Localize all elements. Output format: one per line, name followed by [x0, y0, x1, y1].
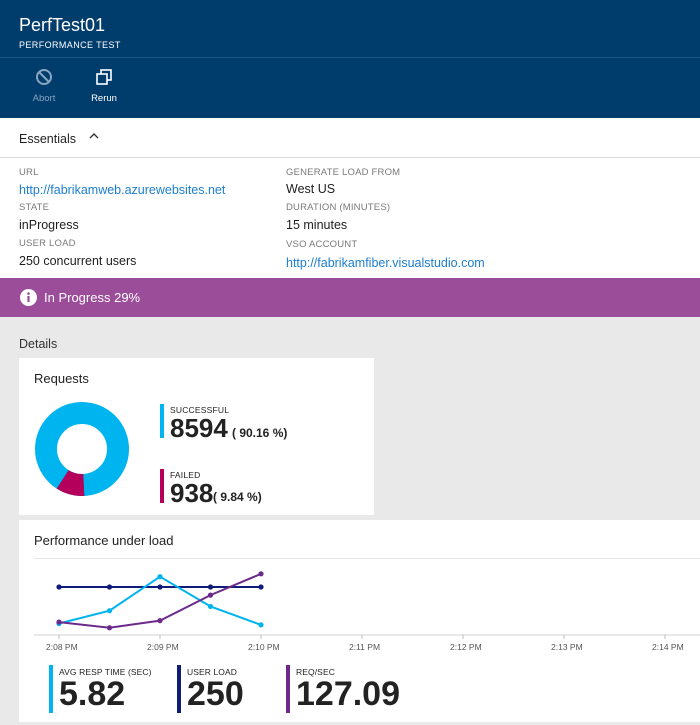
- user-load-series-point: [56, 584, 62, 590]
- duration-value: 15 minutes: [286, 218, 348, 232]
- status-text: In Progress 29%: [44, 290, 141, 305]
- user-load-series-point: [258, 584, 264, 590]
- essentials-title: Essentials: [19, 132, 76, 146]
- req-sec-series-point: [157, 618, 163, 624]
- page-subtitle: PERFORMANCE TEST: [19, 40, 121, 50]
- avg-resp-series-point: [106, 608, 113, 614]
- successful-color-bar: [160, 404, 164, 438]
- performance-tile[interactable]: Performance under load 2:08 PM 2:09 PM 2:1…: [19, 520, 700, 722]
- user-load-color-bar: [177, 665, 181, 713]
- req-sec-color-bar: [286, 665, 290, 713]
- url-label: URL: [19, 167, 39, 178]
- avg-resp-color-bar: [49, 665, 53, 713]
- x-axis-tick-label: 2:14 PM: [652, 642, 684, 652]
- essentials-panel: URL http://fabrikamweb.azurewebsites.net…: [0, 158, 700, 278]
- header-divider: [0, 57, 700, 58]
- req-sec-series-point: [106, 625, 113, 631]
- avg-resp-series-point: [157, 574, 163, 580]
- blade-header: PerfTest01 PERFORMANCE TEST Abort Rerun: [0, 0, 700, 118]
- requests-donut-chart: [35, 402, 129, 496]
- successful-count: 8594: [170, 413, 228, 443]
- abort-button[interactable]: Abort: [21, 68, 67, 104]
- req-sec-series-point: [207, 592, 214, 598]
- essentials-toggle[interactable]: Essentials: [0, 118, 700, 158]
- x-axis-tick-label: 2:08 PM: [46, 642, 78, 652]
- state-label: STATE: [19, 202, 50, 213]
- req-sec-series-point: [56, 619, 62, 625]
- failed-count: 938: [170, 478, 214, 508]
- chevron-up-icon: [89, 133, 99, 139]
- info-icon: [20, 289, 37, 306]
- user-load-value: 250 concurrent users: [19, 254, 137, 268]
- duration-label: DURATION (MINUTES): [286, 202, 391, 213]
- state-value: inProgress: [19, 218, 79, 232]
- details-heading: Details: [19, 337, 58, 351]
- progress-status-bar: In Progress 29%: [0, 278, 700, 317]
- generate-load-value: West US: [286, 182, 336, 196]
- user-load-series-point: [207, 584, 214, 590]
- x-axis-tick-label: 2:13 PM: [551, 642, 583, 652]
- avg-resp-series-point: [207, 603, 214, 610]
- user-load-label: USER LOAD: [19, 238, 76, 249]
- avg-resp-series-point: [258, 622, 264, 628]
- x-axis-tick-label: 2:11 PM: [349, 642, 380, 652]
- x-axis-tick-label: 2:12 PM: [450, 642, 482, 652]
- rerun-button[interactable]: Rerun: [81, 68, 127, 104]
- successful-percent: ( 90.16 %): [232, 426, 288, 440]
- performance-line-chart: 2:08 PM 2:09 PM 2:10 PM 2:11 PM 2:12 PM 2:13 …: [34, 571, 700, 652]
- vso-account-link[interactable]: http://fabrikamfiber.visualstudio.com: [286, 256, 485, 270]
- avg-resp-series-line: [58, 575, 262, 626]
- req-sec-value: 127.09: [296, 675, 400, 713]
- failed-percent: ( 9.84 %): [213, 490, 262, 504]
- donut-failed-segment: [56, 469, 85, 496]
- abort-label: Abort: [32, 93, 56, 104]
- generate-load-label: GENERATE LOAD FROM: [286, 167, 401, 178]
- user-load-series-point: [157, 584, 163, 590]
- rerun-label: Rerun: [91, 93, 117, 104]
- requests-tile[interactable]: Requests SUCCESSFUL 8594 ( 90.16 %) FAIL…: [19, 358, 374, 515]
- x-axis-tick-label: 2:10 PM: [248, 642, 280, 652]
- page-title: PerfTest01: [19, 15, 106, 35]
- x-axis-tick-label: 2:09 PM: [147, 642, 179, 652]
- user-load-metric-value: 250: [187, 675, 244, 713]
- url-link[interactable]: http://fabrikamweb.azurewebsites.net: [19, 183, 225, 197]
- user-load-series-point: [106, 584, 113, 590]
- requests-title: Requests: [34, 371, 89, 386]
- vso-account-label: VSO ACCOUNT: [286, 239, 358, 250]
- abort-icon: [36, 69, 52, 85]
- avg-resp-value: 5.82: [59, 675, 126, 713]
- req-sec-series-point: [258, 571, 264, 577]
- failed-color-bar: [160, 469, 164, 503]
- rerun-icon: [96, 69, 112, 85]
